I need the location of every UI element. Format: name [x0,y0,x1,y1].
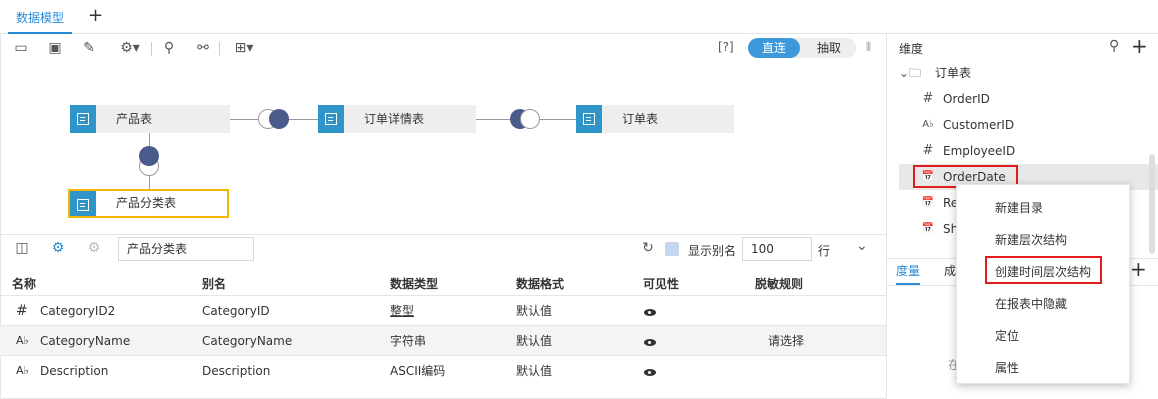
table-settings-icon[interactable]: ⚙ [50,240,66,256]
table-row[interactable]: A♭ Description Description ASCII编码 默认值 [0,355,886,385]
field-data-type[interactable]: ASCII编码 [390,356,445,386]
preview-icon[interactable]: ◫ [14,240,30,256]
menu-item-hide-in-report[interactable]: 在报表中隐藏 [995,295,1067,312]
table-node-product[interactable]: 产品表 [70,105,230,133]
visible-eye-icon[interactable] [644,369,656,376]
save-icon[interactable]: ▭ [13,40,29,56]
table-row[interactable]: # CategoryID2 CategoryID 整型 默认值 [0,295,886,325]
column-header: 可见性 [643,277,680,291]
relation-endpoint[interactable] [139,146,159,166]
add-measure-icon[interactable]: + [1130,257,1147,281]
dimension-item[interactable]: # EmployeeID [887,138,1158,164]
table-icon [576,105,602,133]
dimension-item[interactable]: # OrderID [887,86,1158,112]
relation-endpoint [520,109,540,129]
dimension-label: EmployeeID [943,144,1016,158]
menu-item-new-folder[interactable]: 新建目录 [995,199,1043,216]
field-data-type[interactable]: 整型 [390,296,414,326]
row-count-input[interactable]: 100 [742,237,812,261]
dimension-label: OrderID [943,92,990,106]
tab-measure[interactable]: 度量 [896,262,921,285]
edit-icon[interactable]: ✎ [81,40,97,56]
field-format[interactable]: 默认值 [516,296,552,326]
date-type-icon: 📅 [921,223,935,234]
column-header: 别名 [202,277,227,291]
tab-data-model[interactable]: 数据模型 [8,8,72,34]
tab-second[interactable]: 成 [944,262,956,279]
context-menu: 新建目录 新建层次结构 创建时间层次结构 在报表中隐藏 定位 属性 [956,184,1130,384]
string-type-icon: A♭ [16,334,29,347]
add-tab-button[interactable]: + [88,6,103,26]
date-type-icon: 📅 [921,197,935,208]
show-alias-checkbox[interactable] [665,242,679,256]
table-node-label: 产品分类表 [116,196,177,210]
field-alias[interactable]: CategoryName [202,326,292,356]
field-format[interactable]: 默认值 [516,326,552,356]
add-icon[interactable]: + [1131,34,1148,58]
column-header: 数据类型 [390,277,439,291]
field-format[interactable]: 默认值 [516,356,552,386]
panel-title: 维度 [899,42,924,56]
more-menu-icon[interactable]: ⫴ [866,40,871,55]
menu-item-properties[interactable]: 属性 [995,359,1019,376]
field-alias[interactable]: CategoryID [202,296,270,326]
table-node-category[interactable]: 产品分类表 [68,189,229,218]
column-header: 脱敏规则 [755,277,804,291]
toolbar-divider [151,42,152,56]
field-mask[interactable]: 请选择 [768,326,804,356]
collapse-chevron-icon[interactable]: ⌄ [856,238,868,254]
column-header: 名称 [12,277,37,291]
folder-label: 订单表 [935,66,972,80]
rows-unit: 行 [818,244,831,258]
integer-type-icon: # [922,143,934,158]
refresh-icon[interactable]: ↻ [640,240,656,256]
visible-eye-icon[interactable] [644,309,656,316]
table-node-label: 产品表 [116,112,153,126]
relation-icon[interactable]: ⚲ [161,40,177,56]
field-data-type[interactable]: 字符串 [390,326,426,356]
tree-folder[interactable]: ⌄🗀 订单表 [887,60,1158,86]
field-alias[interactable]: Description [202,356,270,386]
menu-item-new-hierarchy[interactable]: 新建层次结构 [995,231,1067,248]
folder-icon: ⌄🗀 [899,66,922,80]
dimension-item[interactable]: A♭ CustomerID [887,112,1158,138]
settings-dropdown-icon[interactable]: ⚙▾ [115,40,145,56]
visible-eye-icon[interactable] [644,339,656,346]
show-alias-label: 显示别名 [688,244,737,258]
field-name: CategoryName [40,334,131,348]
mode-extract-button[interactable]: 抽取 [806,38,852,58]
table-node-order[interactable]: 订单表 [576,105,734,133]
export-dropdown-icon[interactable]: ⊞▾ [229,40,259,56]
table-node-order-detail[interactable]: 订单详情表 [318,105,476,133]
relation-endpoint[interactable] [269,109,289,129]
auto-layout-icon[interactable]: ⚯ [195,40,211,56]
table-icon [70,191,96,216]
table-node-label: 订单表 [622,112,659,126]
save-as-icon[interactable]: ▣ [47,40,63,56]
help-button[interactable]: [?] [718,40,734,54]
field-name: CategoryID2 [40,304,116,318]
gear-icon[interactable]: ⚙ [86,240,102,256]
integer-type-icon: # [922,91,934,106]
column-header: 数据格式 [516,277,565,291]
integer-type-icon: # [16,303,28,319]
table-icon [318,105,344,133]
string-type-icon: A♭ [16,364,29,377]
table-row[interactable]: A♭ CategoryName CategoryName 字符串 默认值 请选择 [0,325,886,355]
table-icon [70,105,96,133]
table-name-input[interactable]: 产品分类表 [118,237,254,261]
table-node-label: 订单详情表 [364,112,425,126]
tab-bar [0,0,1158,34]
search-icon[interactable]: ⚲ [1109,38,1119,54]
menu-item-locate[interactable]: 定位 [995,327,1019,344]
toolbar-divider [219,42,220,56]
mode-direct-button[interactable]: 直连 [748,38,800,58]
string-type-icon: A♭ [922,119,934,130]
highlight-box [985,256,1102,284]
field-name: Description [40,364,109,378]
dimension-label: CustomerID [943,118,1015,132]
scrollbar[interactable] [1149,154,1155,254]
